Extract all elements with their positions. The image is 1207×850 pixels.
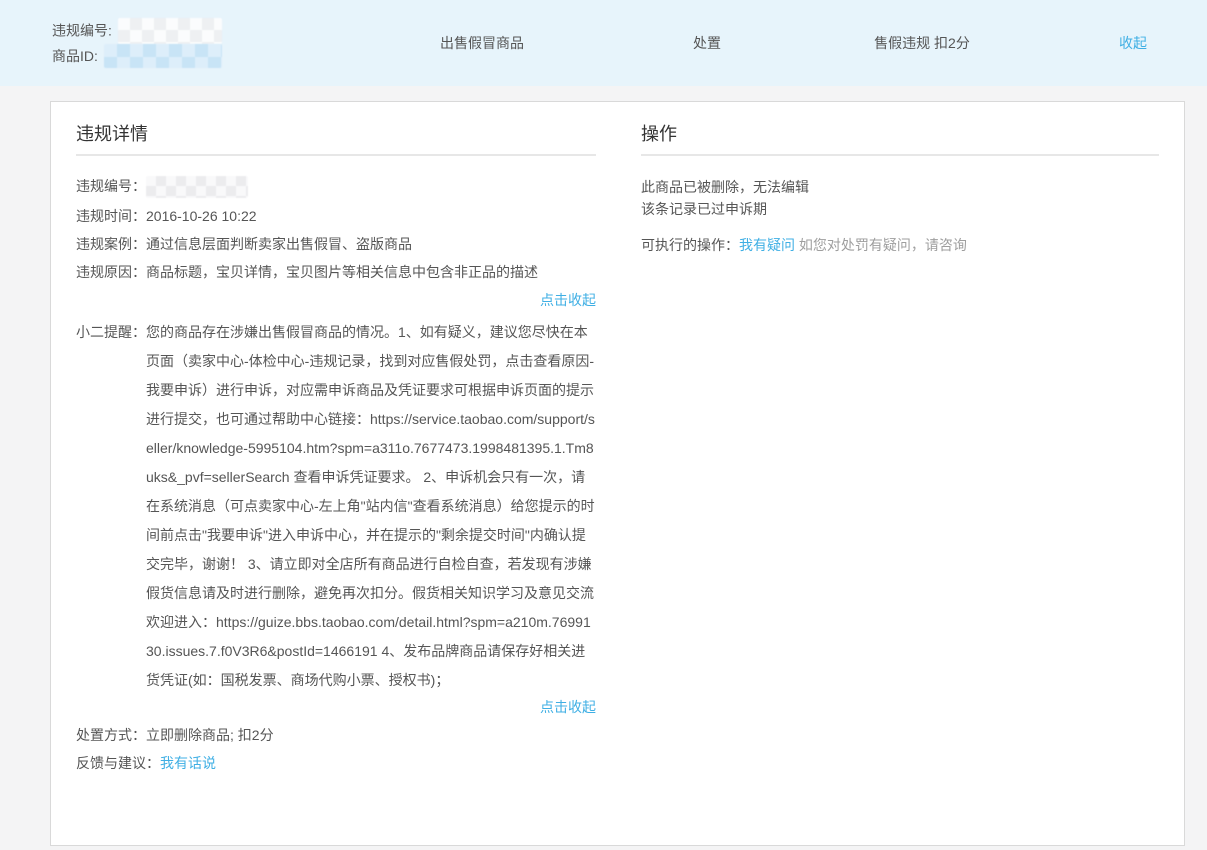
violation-number-redacted bbox=[118, 18, 222, 44]
violation-case-row: 违规案例： 通过信息层面判断卖家出售假冒、盗版商品 bbox=[76, 234, 596, 254]
staff-reminder-row: 小二提醒： 您的商品存在涉嫌出售假冒商品的情况。1、如有疑义，建议您尽快在本页面… bbox=[76, 318, 596, 695]
question-hint-text: 如您对处罚有疑问，请咨询 bbox=[795, 237, 967, 253]
feedback-label: 反馈与建议： bbox=[76, 753, 160, 773]
collapse-reminder-link[interactable]: 点击收起 bbox=[540, 699, 596, 715]
product-id-label: 商品ID: bbox=[52, 48, 98, 64]
violation-time-row: 违规时间： 2016-10-26 10:22 bbox=[76, 206, 596, 226]
violation-case-value: 通过信息层面判断卖家出售假冒、盗版商品 bbox=[146, 234, 596, 254]
collapse-reason-link[interactable]: 点击收起 bbox=[540, 292, 596, 308]
feedback-value-wrap: 我有话说 bbox=[160, 753, 596, 773]
violation-reason-label: 违规原因： bbox=[76, 262, 146, 282]
violation-case-label: 违规案例： bbox=[76, 234, 146, 254]
appeal-expired-text: 该条记录已过申诉期 bbox=[641, 198, 1159, 220]
available-actions-line: 可执行的操作：我有疑问 如您对处罚有疑问，请咨询 bbox=[641, 234, 1159, 256]
reason-collapse-row: 点击收起 bbox=[76, 290, 596, 310]
violation-details-section: 违规详情 违规编号： 违规时间： 2016-10-26 10:22 违规案例： … bbox=[76, 122, 596, 845]
violation-details-title: 违规详情 bbox=[76, 122, 596, 156]
disposal-column-text: 处置 bbox=[582, 33, 832, 53]
violation-record-panel: 违规详情 违规编号： 违规时间： 2016-10-26 10:22 违规案例： … bbox=[50, 101, 1185, 846]
disposal-method-value: 立即删除商品; 扣2分 bbox=[146, 725, 596, 745]
violation-summary-band: 违规编号: 商品ID: 出售假冒商品 处置 售假违规 扣2分 收起 bbox=[0, 0, 1207, 86]
violation-time-value: 2016-10-26 10:22 bbox=[146, 206, 596, 226]
operations-title: 操作 bbox=[641, 122, 1159, 156]
reminder-collapse-row: 点击收起 bbox=[76, 697, 596, 717]
violation-type-text: 出售假冒商品 bbox=[382, 33, 582, 53]
product-id-line: 商品ID: bbox=[52, 44, 382, 68]
violation-number-label: 违规编号: bbox=[52, 22, 112, 38]
violation-time-label: 违规时间： bbox=[76, 206, 146, 226]
product-id-redacted bbox=[104, 44, 222, 68]
violation-reason-value: 商品标题，宝贝详情，宝贝图片等相关信息中包含非正品的描述 bbox=[146, 262, 596, 282]
violation-number-row: 违规编号： bbox=[76, 176, 596, 198]
violation-number-field-redacted bbox=[146, 176, 248, 198]
feedback-row: 反馈与建议： 我有话说 bbox=[76, 753, 596, 773]
penalty-text: 售假违规 扣2分 bbox=[832, 33, 1012, 53]
disposal-method-label: 处置方式： bbox=[76, 725, 146, 745]
staff-reminder-value: 您的商品存在涉嫌出售假冒商品的情况。1、如有疑义，建议您尽快在本页面（卖家中心-… bbox=[146, 318, 596, 695]
deleted-status-text: 此商品已被删除，无法编辑 bbox=[641, 176, 1159, 198]
collapse-record-link[interactable]: 收起 bbox=[1119, 33, 1147, 53]
band-ids-block: 违规编号: 商品ID: bbox=[52, 18, 382, 68]
violation-number-field-label: 违规编号： bbox=[76, 176, 146, 198]
feedback-link[interactable]: 我有话说 bbox=[160, 755, 216, 771]
violation-number-line: 违规编号: bbox=[52, 18, 382, 44]
disposal-method-row: 处置方式： 立即删除商品; 扣2分 bbox=[76, 725, 596, 745]
violation-reason-row: 违规原因： 商品标题，宝贝详情，宝贝图片等相关信息中包含非正品的描述 bbox=[76, 262, 596, 282]
operations-section: 操作 此商品已被删除，无法编辑 该条记录已过申诉期 可执行的操作：我有疑问 如您… bbox=[641, 122, 1159, 845]
question-hint-inner: 如您对处罚有疑问，请咨询 bbox=[799, 237, 967, 253]
staff-reminder-label: 小二提醒： bbox=[76, 318, 146, 695]
have-question-link[interactable]: 我有疑问 bbox=[739, 237, 795, 253]
page-content: 违规详情 违规编号： 违规时间： 2016-10-26 10:22 违规案例： … bbox=[0, 86, 1207, 846]
violation-number-field-value bbox=[146, 176, 596, 198]
available-actions-label: 可执行的操作： bbox=[641, 237, 739, 253]
